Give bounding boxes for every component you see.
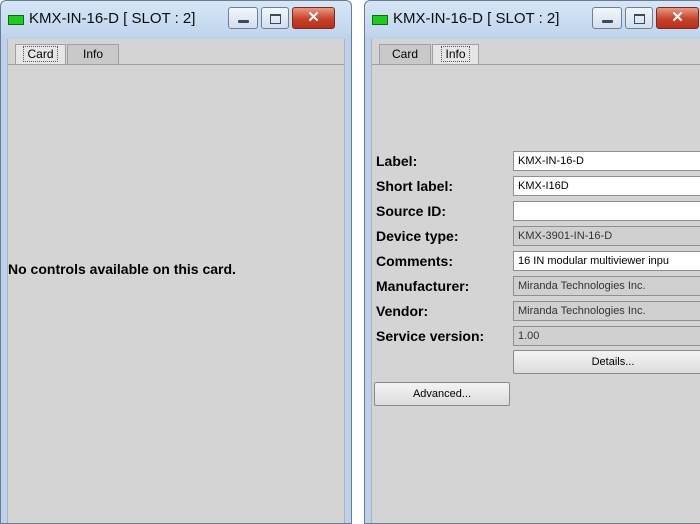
advanced-button[interactable]: Advanced... (374, 382, 510, 406)
tab-card[interactable]: Card (15, 44, 66, 64)
minimize-button[interactable] (592, 7, 622, 29)
service-version-field-label: Service version: (376, 328, 485, 344)
minimize-button[interactable] (228, 7, 258, 29)
info-panel: Card Info Label: KMX-IN-16-D Short label… (371, 39, 700, 523)
maximize-button[interactable] (261, 7, 289, 29)
vendor-field-label: Vendor: (376, 303, 429, 319)
tab-info[interactable]: Info (432, 44, 479, 64)
tab-info-label: Info (82, 47, 103, 61)
window-title: KMX-IN-16-D [ SLOT : 2] (393, 10, 560, 27)
tab-bar: Card Info (8, 39, 344, 67)
label-input[interactable]: KMX-IN-16-D (513, 151, 700, 171)
maximize-icon (634, 14, 645, 24)
source-id-field-label: Source ID: (376, 203, 447, 219)
green-led-icon (372, 15, 388, 25)
card-window-left: KMX-IN-16-D [ SLOT : 2] ✕ Card Info No c… (0, 0, 352, 524)
close-icon: ✕ (307, 9, 320, 26)
tab-divider (8, 64, 344, 65)
tab-info-label: Info (441, 46, 470, 62)
maximize-icon (270, 14, 281, 24)
maximize-button[interactable] (625, 7, 653, 29)
tab-card[interactable]: Card (379, 44, 431, 64)
device-type-field-label: Device type: (376, 228, 459, 244)
device-type-value: KMX-3901-IN-16-D (513, 226, 700, 246)
comments-input[interactable]: 16 IN modular multiviewer inpu (513, 251, 700, 271)
manufacturer-value: Miranda Technologies Inc. (513, 276, 700, 296)
close-button[interactable]: ✕ (656, 7, 699, 29)
card-panel: Card Info No controls available on this … (7, 39, 345, 523)
tab-card-label: Card (23, 46, 58, 62)
manufacturer-field-label: Manufacturer: (376, 278, 470, 294)
title-bar[interactable]: KMX-IN-16-D [ SLOT : 2] ✕ (1, 1, 351, 39)
close-icon: ✕ (671, 9, 684, 26)
no-controls-message: No controls available on this card. (8, 261, 236, 277)
tab-divider (372, 64, 700, 65)
tab-card-label: Card (391, 47, 418, 61)
label-field-label: Label: (376, 153, 418, 169)
minimize-icon (602, 20, 613, 23)
tab-bar: Card Info (372, 39, 700, 67)
minimize-icon (238, 20, 249, 23)
tab-info[interactable]: Info (67, 44, 119, 64)
details-button[interactable]: Details... (513, 350, 700, 374)
close-button[interactable]: ✕ (292, 7, 335, 29)
comments-field-label: Comments: (376, 253, 454, 269)
short-label-field-label: Short label: (376, 178, 454, 194)
service-version-value: 1.00 (513, 326, 700, 346)
source-id-input[interactable] (513, 201, 700, 221)
green-led-icon (8, 15, 24, 25)
title-bar[interactable]: KMX-IN-16-D [ SLOT : 2] ✕ (365, 1, 700, 39)
card-window-right: KMX-IN-16-D [ SLOT : 2] ✕ Card Info Labe… (364, 0, 700, 524)
window-title: KMX-IN-16-D [ SLOT : 2] (29, 10, 196, 27)
short-label-input[interactable]: KMX-I16D (513, 176, 700, 196)
vendor-value: Miranda Technologies Inc. (513, 301, 700, 321)
